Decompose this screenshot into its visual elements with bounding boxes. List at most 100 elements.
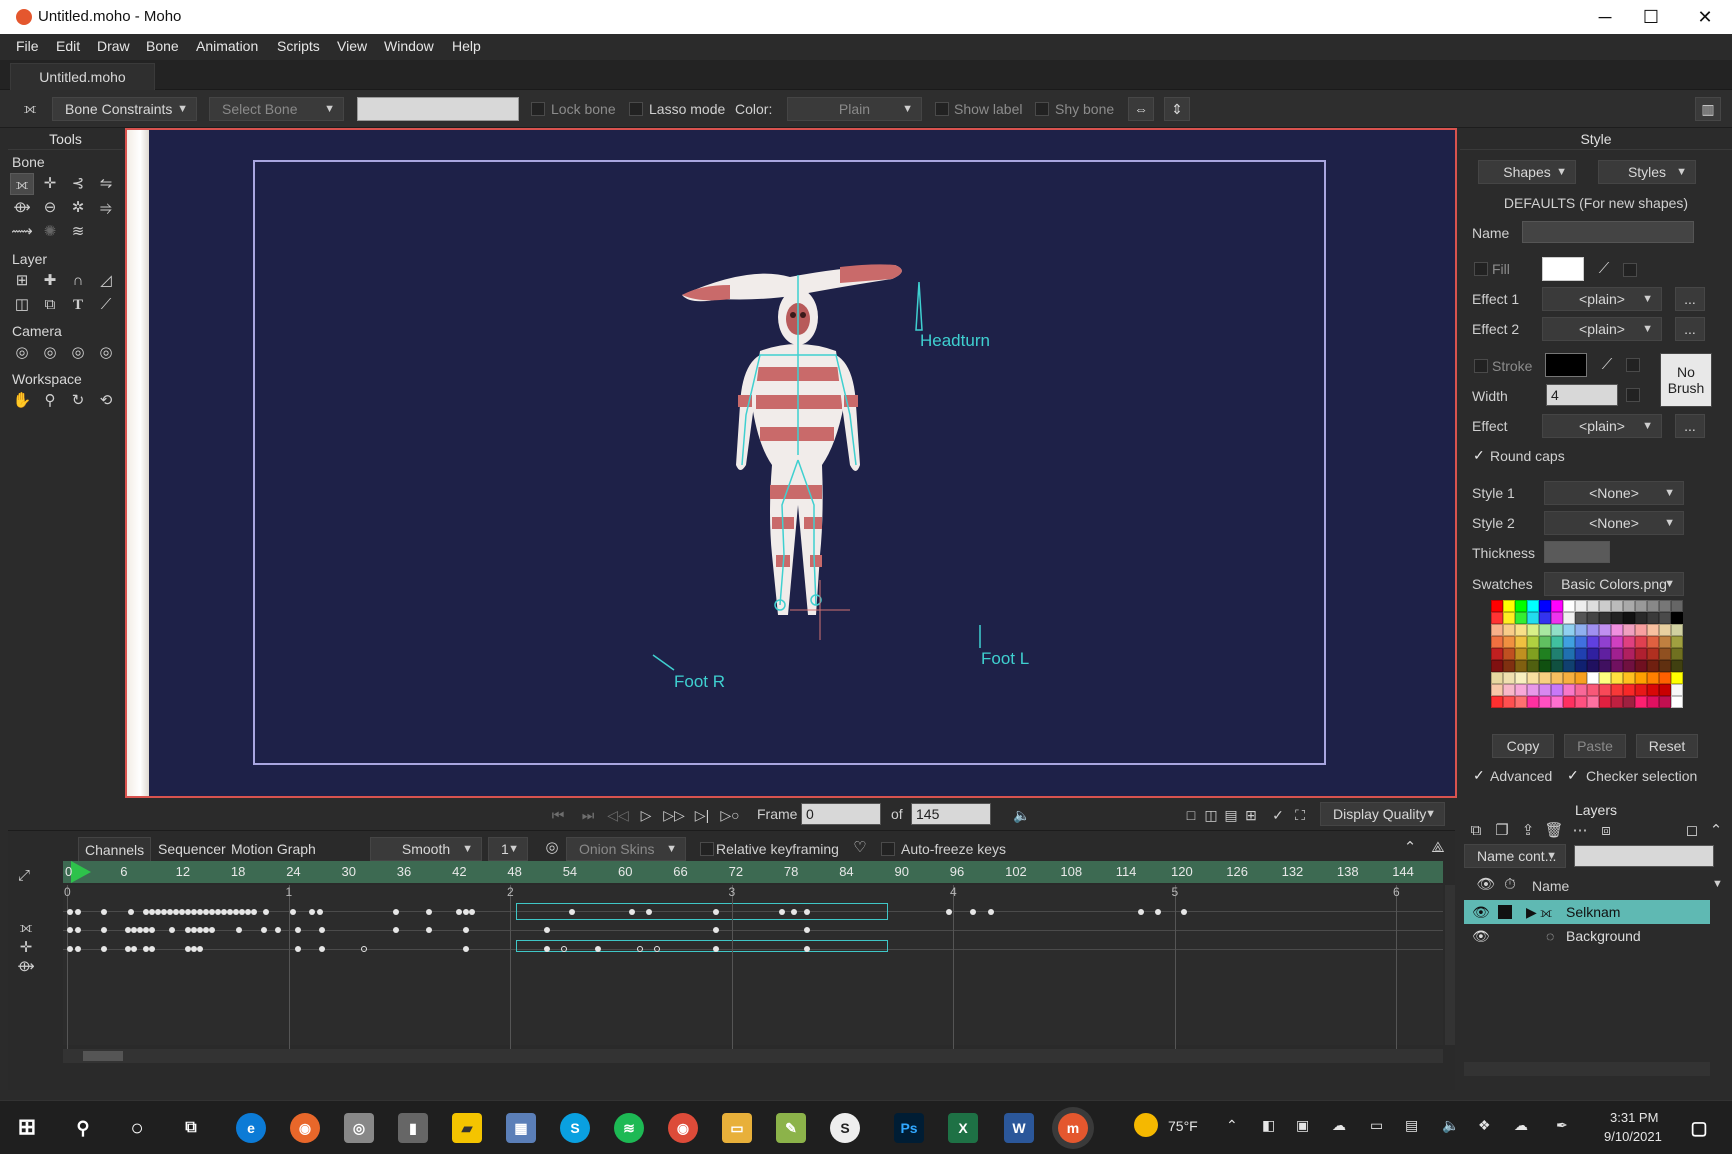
color-swatch[interactable] xyxy=(1551,612,1563,624)
tab-motion-graph[interactable]: Motion Graph xyxy=(225,837,322,861)
bone-color-dropdown[interactable]: Plain ▼ xyxy=(787,97,922,121)
document-tab[interactable]: Untitled.moho xyxy=(10,63,155,90)
pan-tilt-camera-tool-icon[interactable]: ◎ xyxy=(94,342,118,364)
menu-window[interactable]: Window xyxy=(384,38,434,54)
color-swatch[interactable] xyxy=(1611,684,1623,696)
menu-bone[interactable]: Bone xyxy=(146,38,179,54)
color-swatch[interactable] xyxy=(1563,612,1575,624)
maximize-button[interactable]: ☐ xyxy=(1628,4,1674,30)
color-swatch[interactable] xyxy=(1599,624,1611,636)
effect2-dropdown[interactable]: <plain> ▼ xyxy=(1542,317,1662,341)
rotate-workspace-tool-icon[interactable]: ↻ xyxy=(66,390,90,412)
volume-tray-icon[interactable]: 🔈 xyxy=(1442,1117,1459,1134)
color-swatch[interactable] xyxy=(1587,648,1599,660)
color-swatch[interactable] xyxy=(1575,672,1587,684)
weather-temp[interactable]: 75°F xyxy=(1168,1118,1198,1134)
text-tool-icon[interactable]: T xyxy=(66,294,90,316)
color-swatch[interactable] xyxy=(1551,672,1563,684)
keyframe[interactable] xyxy=(561,946,567,952)
color-swatch[interactable] xyxy=(1647,672,1659,684)
style-name-input[interactable] xyxy=(1522,221,1694,243)
color-swatch-grid[interactable] xyxy=(1491,600,1689,708)
color-swatch[interactable] xyxy=(1503,672,1515,684)
fill-eyedropper-icon[interactable]: ⟋ xyxy=(1592,258,1616,280)
bone-label-headturn[interactable]: Headturn xyxy=(920,331,990,351)
keyframe[interactable] xyxy=(779,909,785,915)
bone-name-field[interactable] xyxy=(357,97,519,121)
keyframe[interactable] xyxy=(970,909,976,915)
more-options-icon[interactable]: ⋯ xyxy=(1568,820,1592,842)
color-swatch[interactable] xyxy=(1515,696,1527,708)
keyframe[interactable] xyxy=(101,909,107,915)
color-swatch[interactable] xyxy=(1527,600,1539,612)
color-swatch[interactable] xyxy=(1587,696,1599,708)
keyframe[interactable] xyxy=(169,927,175,933)
transform-layer-tool-icon[interactable]: ✚ xyxy=(38,270,62,292)
bone-strength-tool-icon[interactable]: ⟴ xyxy=(10,197,34,219)
notifications-icon[interactable]: ▢ xyxy=(1684,1113,1714,1143)
color-swatch[interactable] xyxy=(1611,660,1623,672)
moho-taskbar-icon[interactable]: m xyxy=(1058,1113,1088,1143)
color-swatch[interactable] xyxy=(1503,612,1515,624)
color-swatch[interactable] xyxy=(1575,648,1587,660)
skype-icon[interactable]: S xyxy=(560,1113,590,1143)
keyframe[interactable] xyxy=(319,927,325,933)
bone-physics-tool-icon[interactable]: ✺ xyxy=(38,221,62,243)
timeline-horizontal-scrollbar[interactable] xyxy=(63,1049,1443,1063)
keyframe[interactable] xyxy=(1138,909,1144,915)
keyframe[interactable] xyxy=(469,909,475,915)
network-icon[interactable]: ▤ xyxy=(1405,1117,1418,1134)
color-swatch[interactable] xyxy=(1551,636,1563,648)
color-swatch[interactable] xyxy=(1575,684,1587,696)
file-explorer-icon[interactable]: ▭ xyxy=(722,1113,752,1143)
keyframe[interactable] xyxy=(67,909,73,915)
keyframe[interactable] xyxy=(75,927,81,933)
layer-filter-dropdown[interactable]: Name cont... ▼ xyxy=(1464,844,1566,868)
width-extra-checkbox[interactable] xyxy=(1626,388,1640,402)
battery-icon[interactable]: ▭ xyxy=(1370,1117,1383,1134)
color-swatch[interactable] xyxy=(1515,660,1527,672)
onion-skins-dropdown[interactable]: Onion Skins ▼ xyxy=(566,837,686,861)
transform-bone-tool-icon[interactable]: ✛ xyxy=(38,173,62,195)
color-swatch[interactable] xyxy=(1623,612,1635,624)
zoom-tool-icon[interactable]: ⚲ xyxy=(38,390,62,412)
keyframe-selection-range-lower[interactable] xyxy=(516,940,888,952)
color-swatch[interactable] xyxy=(1635,684,1647,696)
keyframe[interactable] xyxy=(463,946,469,952)
manipulate-bones-tool-icon[interactable]: ⊖ xyxy=(38,197,62,219)
color-swatch[interactable] xyxy=(1647,684,1659,696)
color-swatch[interactable] xyxy=(1539,624,1551,636)
color-swatch[interactable] xyxy=(1527,612,1539,624)
color-swatch[interactable] xyxy=(1671,696,1683,708)
offset-bone-tool-icon[interactable]: ⟿ xyxy=(10,221,34,243)
color-swatch[interactable] xyxy=(1551,660,1563,672)
layer-settings-icon[interactable]: ⧈ xyxy=(1594,820,1618,842)
color-swatch[interactable] xyxy=(1635,660,1647,672)
style1-dropdown[interactable]: <None> ▼ xyxy=(1544,481,1684,505)
color-swatch[interactable] xyxy=(1647,612,1659,624)
keyframe[interactable] xyxy=(149,946,155,952)
keyframe[interactable] xyxy=(295,946,301,952)
bone-channel-icon[interactable]: ⟗ xyxy=(14,917,38,939)
layer-row-selknam[interactable]: 👁 ▶ ⟗ Selknam xyxy=(1464,900,1710,924)
auto-freeze-icon[interactable]: ♡ xyxy=(848,837,872,859)
bind-layer-tool-icon[interactable]: ✲ xyxy=(66,197,90,219)
single-view-icon[interactable]: □ xyxy=(1180,805,1202,825)
layer-visibility-eye-icon[interactable]: 👁 xyxy=(1472,924,1490,948)
cloud-upload-icon[interactable]: ☁ xyxy=(1514,1117,1528,1134)
frame-ruler[interactable]: 0 6 12 18 24 30 36 42 48 54 60 66 72 78 84 90 96 102 108 11… xyxy=(63,861,1443,883)
stroke-effect-more-button[interactable]: ... xyxy=(1675,414,1705,438)
volume-icon[interactable]: 🔈 xyxy=(1011,805,1033,825)
color-swatch[interactable] xyxy=(1515,612,1527,624)
timeline-expand-arrow-icon[interactable]: ⤢ xyxy=(12,865,36,887)
color-swatch[interactable] xyxy=(1527,624,1539,636)
color-swatch[interactable] xyxy=(1659,672,1671,684)
color-swatch[interactable] xyxy=(1671,600,1683,612)
bind-points-tool-icon[interactable]: ⥤ xyxy=(94,197,118,219)
color-swatch[interactable] xyxy=(1527,636,1539,648)
menu-file[interactable]: File xyxy=(16,38,39,54)
step-back-icon[interactable]: ◁◁ xyxy=(607,805,629,825)
track-camera-tool-icon[interactable]: ◎ xyxy=(10,342,34,364)
round-caps-check-icon[interactable]: ✓ xyxy=(1473,447,1485,464)
color-swatch[interactable] xyxy=(1563,624,1575,636)
